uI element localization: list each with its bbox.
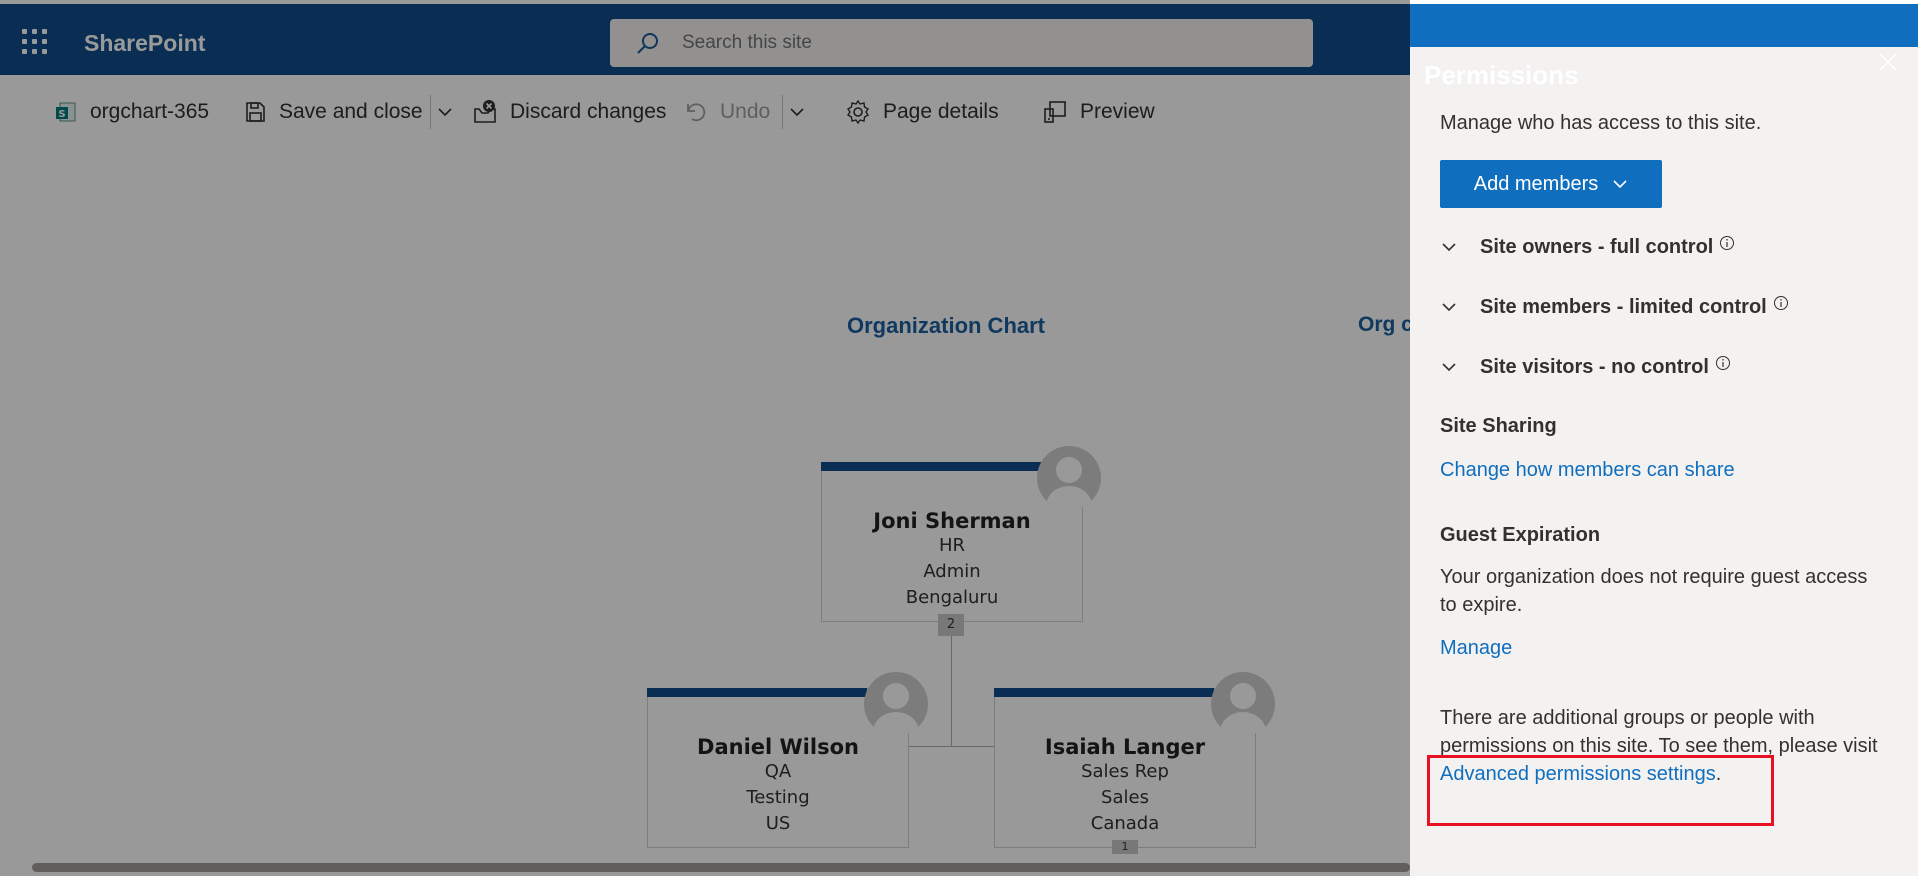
change-sharing-link[interactable]: Change how members can share [1440,459,1735,482]
group-site-owners[interactable]: Site owners - full control [1440,232,1735,262]
guest-expiration-text: Your organization does not require guest… [1440,566,1868,588]
close-icon[interactable] [1876,50,1900,74]
manage-link[interactable]: Manage [1440,637,1512,660]
panel-description: Manage who has access to this site. [1440,112,1762,134]
chevron-down-icon [1613,180,1627,189]
group-site-members[interactable]: Site members - limited control [1440,292,1789,322]
chevron-down-icon [1442,303,1456,312]
guest-expiration-heading: Guest Expiration [1440,524,1601,546]
chevron-down-icon [1442,363,1456,372]
highlight-box [1427,755,1774,826]
info-icon[interactable] [1719,235,1735,251]
info-icon[interactable] [1773,295,1789,311]
additional-permissions-text: There are additional groups or people wi… [1440,707,1815,729]
permissions-panel: Permissions Manage who has access to thi… [1410,0,1918,876]
add-members-label: Add members [1473,172,1599,195]
group-label: Site visitors - no control [1480,355,1709,378]
panel-header [1410,0,1918,47]
group-site-visitors[interactable]: Site visitors - no control [1440,352,1731,382]
chevron-down-icon [1442,243,1456,252]
add-members-button[interactable]: Add members [1440,160,1662,208]
group-label: Site owners - full control [1480,235,1714,258]
site-sharing-heading: Site Sharing [1440,415,1557,437]
guest-expiration-text-2: to expire. [1440,594,1523,616]
info-icon[interactable] [1715,355,1731,371]
modal-overlay[interactable] [0,0,1410,876]
panel-title: Permissions [1424,60,1579,90]
group-label: Site members - limited control [1480,295,1767,318]
